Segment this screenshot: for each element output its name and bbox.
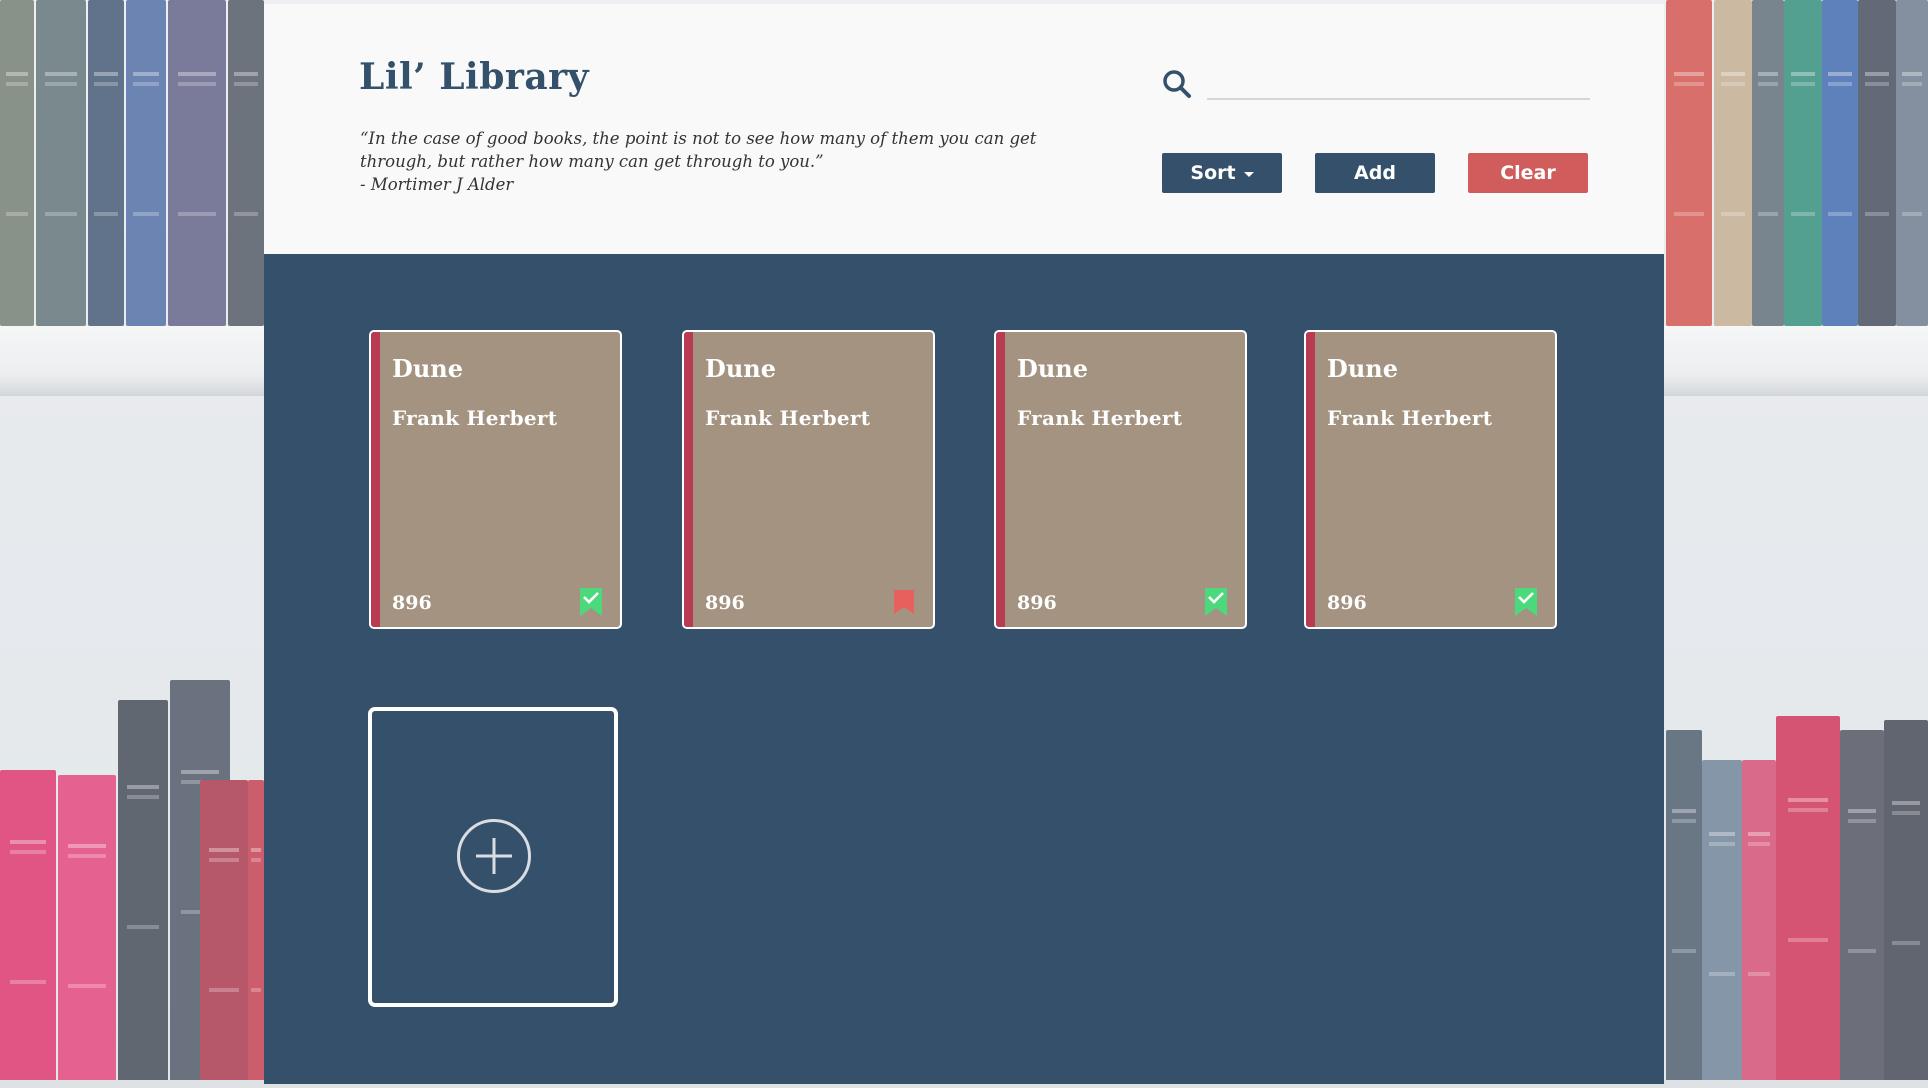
caret-down-icon	[1243, 172, 1254, 177]
book-spine	[1306, 332, 1315, 627]
quote-line: through, but rather how many can get thr…	[360, 152, 824, 171]
book-card[interactable]: Dune Frank Herbert 896	[369, 330, 622, 629]
add-button-label: Add	[1354, 162, 1396, 184]
book-spine	[684, 332, 693, 627]
search-input[interactable]	[1207, 70, 1590, 100]
sort-button-label: Sort	[1190, 162, 1236, 184]
bookmark-icon[interactable]	[892, 588, 916, 616]
clear-button-label: Clear	[1500, 162, 1556, 184]
header-quote: “In the case of good books, the point is…	[360, 127, 1037, 196]
book-author: Frank Herbert	[1327, 406, 1493, 430]
book-card[interactable]: Dune Frank Herbert 896	[682, 330, 935, 629]
quote-line: “In the case of good books, the point is…	[360, 129, 1037, 148]
add-book-card[interactable]	[368, 707, 618, 1007]
bookmark-check-icon[interactable]	[1204, 588, 1228, 616]
book-pages: 896	[705, 592, 745, 614]
book-pages: 896	[1017, 592, 1057, 614]
library-page: Lil’ Library “In the case of good books,…	[264, 4, 1664, 1084]
clear-button[interactable]: Clear	[1468, 153, 1588, 193]
book-spine	[371, 332, 380, 627]
add-button[interactable]: Add	[1315, 153, 1435, 193]
book-title: Dune	[1017, 354, 1088, 383]
page-title: Lil’ Library	[359, 56, 590, 98]
book-spine	[996, 332, 1005, 627]
book-card[interactable]: Dune Frank Herbert 896	[994, 330, 1247, 629]
search-icon[interactable]	[1161, 68, 1195, 102]
sort-button[interactable]: Sort	[1162, 153, 1282, 193]
quote-author: - Mortimer J Alder	[360, 175, 514, 194]
bookmark-check-icon[interactable]	[579, 588, 603, 616]
book-author: Frank Herbert	[705, 406, 871, 430]
plus-circle-icon	[457, 819, 531, 893]
book-pages: 896	[392, 592, 432, 614]
book-pages: 896	[1327, 592, 1367, 614]
book-title: Dune	[705, 354, 776, 383]
page-header: Lil’ Library “In the case of good books,…	[264, 4, 1664, 254]
bookmark-check-icon[interactable]	[1514, 588, 1538, 616]
book-title: Dune	[1327, 354, 1398, 383]
book-author: Frank Herbert	[1017, 406, 1183, 430]
book-author: Frank Herbert	[392, 406, 558, 430]
book-card[interactable]: Dune Frank Herbert 896	[1304, 330, 1557, 629]
book-title: Dune	[392, 354, 463, 383]
